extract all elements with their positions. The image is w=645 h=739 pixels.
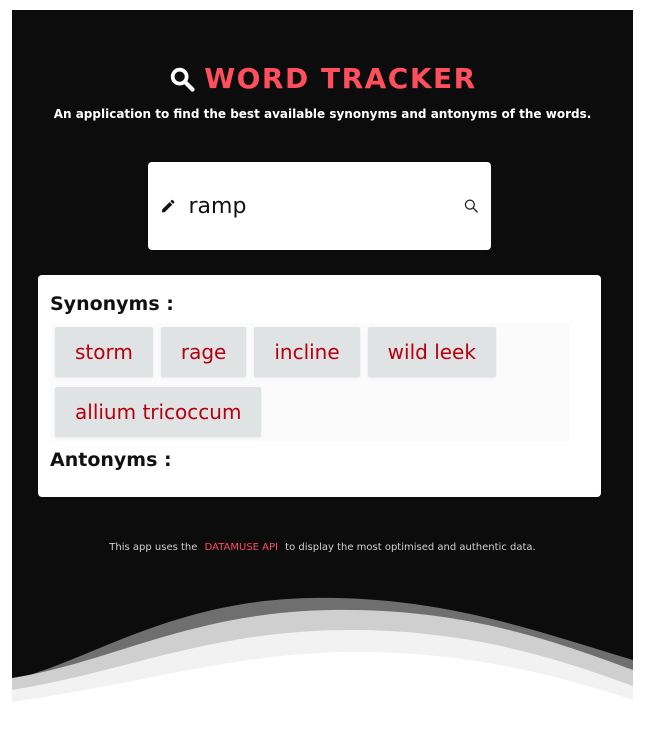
synonyms-label: Synonyms : [50, 293, 174, 315]
synonym-chip[interactable]: rage [160, 327, 247, 377]
synonym-chip[interactable]: incline [254, 327, 360, 377]
results-card: Synonyms : storm rage incline wild leek … [38, 275, 601, 497]
search-icon[interactable] [463, 195, 480, 217]
synonym-chip[interactable]: allium tricoccum [55, 387, 262, 437]
synonyms-list: storm rage incline wild leek allium tric… [50, 323, 570, 441]
footer-prefix: This app uses the [109, 542, 198, 553]
synonym-chip[interactable]: storm [55, 327, 153, 377]
search-box [148, 162, 491, 250]
footer-waves [12, 597, 633, 730]
header: WORD TRACKER An application to find the … [12, 62, 633, 121]
search-icon [171, 67, 195, 92]
title-row: WORD TRACKER [12, 62, 633, 95]
app-subtitle: An application to find the best availabl… [53, 107, 592, 121]
synonym-chip[interactable]: wild leek [367, 327, 496, 377]
app-title: WORD TRACKER [204, 62, 477, 95]
footer: This app uses the DATAMUSE API to displa… [12, 542, 633, 553]
datamuse-api-link[interactable]: DATAMUSE API [205, 542, 278, 553]
app-frame: WORD TRACKER An application to find the … [12, 10, 633, 730]
search-input[interactable] [188, 186, 463, 226]
footer-suffix: to display the most optimised and authen… [285, 542, 536, 553]
antonyms-label: Antonyms : [50, 449, 172, 471]
pencil-icon [162, 199, 175, 213]
